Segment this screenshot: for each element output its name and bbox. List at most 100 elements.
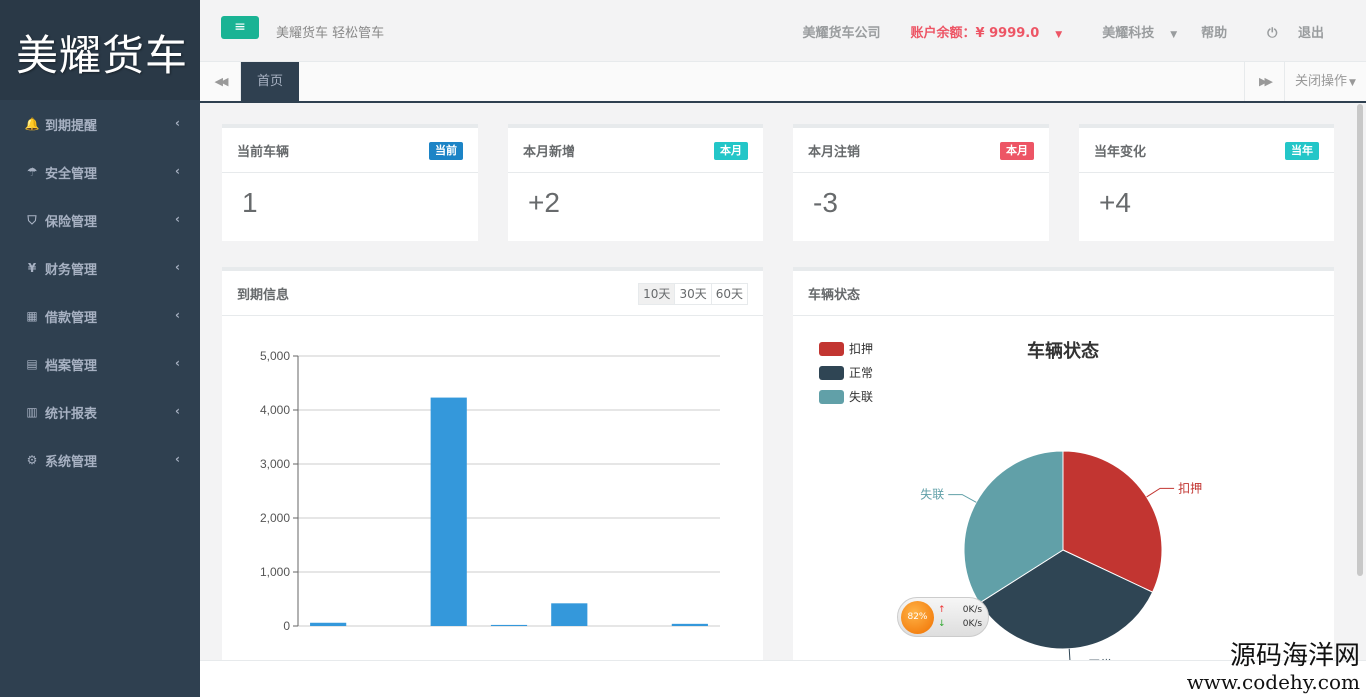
network-percent: 82% xyxy=(901,601,934,634)
bar[interactable] xyxy=(671,623,708,626)
vehicle-status-panel: 车辆状态 车辆状态扣押正常失联扣押正常失联 xyxy=(793,267,1334,660)
yen-icon: ¥ xyxy=(27,261,37,275)
sidebar-item-archives[interactable]: ▤ 档案管理 ‹ xyxy=(0,340,200,388)
card-value: +2 xyxy=(528,187,560,218)
range-button-group: 10天 30天 60天 xyxy=(638,283,748,305)
legend-label[interactable]: 扣押 xyxy=(849,342,873,356)
chevron-left-icon: ‹ xyxy=(175,452,180,466)
legend-label[interactable]: 失联 xyxy=(849,389,873,404)
chevron-left-icon: ‹ xyxy=(175,212,180,226)
range-30-days-button[interactable]: 30天 xyxy=(674,284,710,304)
card-value: -3 xyxy=(813,187,838,218)
tab-home[interactable]: 首页 xyxy=(241,62,299,101)
card-title: 本月注销 xyxy=(808,145,861,160)
stat-card-month-new: 本月新增 本月 +2 xyxy=(508,124,763,241)
caret-down-icon: ▼ xyxy=(1349,78,1356,88)
org-dropdown[interactable]: 美耀科技 ▼ xyxy=(1086,22,1177,41)
chevron-left-icon: ‹ xyxy=(175,356,180,370)
balance-text: 账户余额：¥ 9999.0 xyxy=(910,26,1040,41)
status-badge: 当年 xyxy=(1285,142,1319,160)
page-scrollbar[interactable] xyxy=(1357,104,1363,576)
tab-bar: ◀◀ 首页 ▶▶ 关闭操作 ▼ xyxy=(200,62,1366,103)
chevron-left-icon: ‹ xyxy=(175,308,180,322)
logo: 美耀货车 xyxy=(0,0,200,100)
caret-down-icon: ▼ xyxy=(1170,30,1178,40)
card-title: 当年变化 xyxy=(1094,145,1147,160)
menu-toggle-button[interactable]: ≡ xyxy=(221,16,259,39)
y-tick-label: 4,000 xyxy=(260,403,290,417)
sidebar-item-insurance[interactable]: ⛉ 保险管理 ‹ xyxy=(0,196,200,244)
bar[interactable] xyxy=(490,624,528,626)
balance-dropdown[interactable]: 账户余额：¥ 9999.0 ▼ xyxy=(895,22,1063,41)
tab-scroll-right-button[interactable]: ▶▶ xyxy=(1244,62,1284,101)
sidebar-item-expiry-reminder[interactable]: 🔔 到期提醒 ‹ xyxy=(0,100,200,148)
sidebar-item-system[interactable]: ⚙ 系统管理 ‹ xyxy=(0,436,200,484)
sidebar-item-label: 系统管理 xyxy=(45,454,98,470)
card-header: 当年变化 当年 xyxy=(1079,128,1334,173)
forward-icon: ▶▶ xyxy=(1259,75,1273,88)
help-link[interactable]: 帮助 xyxy=(1201,22,1227,41)
arrow-down-icon: ↓ xyxy=(938,619,946,629)
sidebar-item-label: 统计报表 xyxy=(45,406,98,422)
slice-label: 扣押 xyxy=(1178,481,1202,495)
y-tick-label: 2,000 xyxy=(260,511,290,525)
sidebar-nav: 🔔 到期提醒 ‹ ☂ 安全管理 ‹ ⛉ 保险管理 ‹ ¥ 财务管理 ‹ ▦ 借款… xyxy=(0,100,200,484)
org-text: 美耀科技 xyxy=(1102,26,1155,41)
sidebar-item-reports[interactable]: ▥ 统计报表 ‹ xyxy=(0,388,200,436)
bell-icon: 🔔 xyxy=(24,117,40,131)
chevron-left-icon: ‹ xyxy=(175,404,180,418)
card-header: 当前车辆 当前 xyxy=(222,128,478,173)
chevron-left-icon: ‹ xyxy=(175,164,180,178)
sidebar-item-finance[interactable]: ¥ 财务管理 ‹ xyxy=(0,244,200,292)
bar[interactable] xyxy=(551,603,588,626)
bar[interactable] xyxy=(430,397,467,626)
sidebar-item-loans[interactable]: ▦ 借款管理 ‹ xyxy=(0,292,200,340)
top-header: ≡ 美耀货车 轻松管车 美耀货车公司 账户余额：¥ 9999.0 ▼ 美耀科技 ▼ … xyxy=(200,0,1366,62)
caret-down-icon: ▼ xyxy=(1055,30,1063,40)
sidebar-item-label: 财务管理 xyxy=(45,262,98,278)
legend-label[interactable]: 正常 xyxy=(849,366,873,380)
watermark-line2: www.codehy.com xyxy=(1186,670,1360,694)
close-ops-text: 关闭操作 xyxy=(1295,74,1348,89)
slice-label: 失联 xyxy=(920,487,944,502)
upload-speed-text: 0K/s xyxy=(962,605,983,615)
logout-link[interactable]: ⏻ 退出 xyxy=(1251,22,1324,41)
network-speed-widget[interactable]: 82% ↑ 0K/s ↓ 0K/s xyxy=(897,597,989,637)
backward-icon: ◀◀ xyxy=(214,75,229,88)
legend-swatch[interactable] xyxy=(819,366,844,380)
sidebar-item-label: 保险管理 xyxy=(45,214,98,230)
legend-swatch[interactable] xyxy=(819,342,844,356)
bar[interactable] xyxy=(310,622,347,626)
calculator-icon: ▦ xyxy=(26,309,38,323)
logo-text: 美耀货车 xyxy=(16,31,189,80)
sidebar: 美耀货车 🔔 到期提醒 ‹ ☂ 安全管理 ‹ ⛉ 保险管理 ‹ ¥ 财务管理 ‹… xyxy=(0,0,200,697)
card-header: 本月注销 本月 xyxy=(793,128,1049,173)
shield-icon: ⛉ xyxy=(27,212,37,227)
slice-label-line xyxy=(1068,648,1071,660)
status-badge: 本月 xyxy=(714,142,748,160)
legend-swatch[interactable] xyxy=(819,390,844,404)
sidebar-item-label: 到期提醒 xyxy=(45,118,98,134)
umbrella-icon: ☂ xyxy=(26,165,38,179)
chevron-left-icon: ‹ xyxy=(175,116,180,130)
tab-scroll-left-button[interactable]: ◀◀ xyxy=(200,62,241,101)
sidebar-item-label: 安全管理 xyxy=(45,166,98,182)
sidebar-item-label: 档案管理 xyxy=(45,358,98,374)
range-10-days-button[interactable]: 10天 xyxy=(639,284,675,304)
download-speed-text: 0K/s xyxy=(962,619,983,629)
watermark: 源码海洋网 www.codehy.com xyxy=(1187,641,1360,693)
range-60-days-button[interactable]: 60天 xyxy=(710,284,747,304)
close-operations-dropdown[interactable]: 关闭操作 ▼ xyxy=(1284,62,1366,101)
main-content: 当前车辆 当前 1 本月新增 本月 +2 本月注销 本月 -3 当年变化 当年 … xyxy=(200,104,1366,660)
bar-chart-icon: ▥ xyxy=(26,405,38,419)
card-title: 本月新增 xyxy=(523,145,576,160)
slice-label-line xyxy=(1146,487,1175,498)
stat-card-current-vehicles: 当前车辆 当前 1 xyxy=(222,124,478,241)
card-header: 到期信息 10天 30天 60天 xyxy=(222,271,763,316)
upload-speed: ↑ 0K/s xyxy=(938,605,982,615)
status-badge: 当前 xyxy=(429,142,463,160)
watermark-line1: 源码海洋网 xyxy=(1229,641,1360,671)
logout-text: 退出 xyxy=(1297,26,1324,41)
sidebar-item-safety[interactable]: ☂ 安全管理 ‹ xyxy=(0,148,200,196)
slice-label-line xyxy=(948,494,977,503)
